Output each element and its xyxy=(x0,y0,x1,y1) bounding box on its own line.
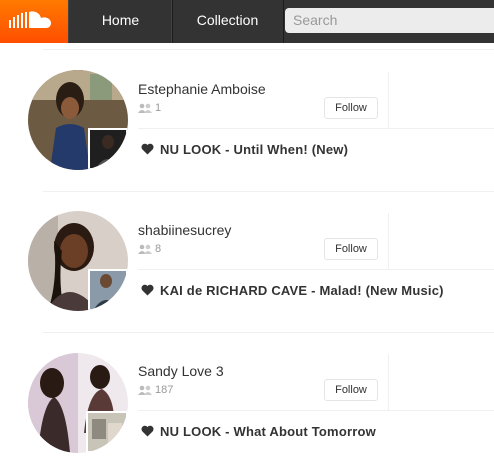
track-link[interactable]: KAI de RICHARD CAVE - Malad! (New Music) xyxy=(141,283,444,298)
heart-icon[interactable] xyxy=(141,143,154,155)
divider xyxy=(388,72,389,128)
track-link[interactable]: NU LOOK - What About Tomorrow xyxy=(141,424,376,439)
track-title[interactable]: NU LOOK - What About Tomorrow xyxy=(160,424,376,439)
heart-icon[interactable] xyxy=(141,425,154,437)
divider xyxy=(388,213,389,269)
search-input[interactable] xyxy=(285,8,494,33)
divider xyxy=(388,354,389,410)
divider xyxy=(138,128,494,129)
avatar[interactable] xyxy=(28,70,128,170)
follower-count-value: 187 xyxy=(155,384,174,396)
divider xyxy=(138,269,494,270)
user-name-link[interactable]: Estephanie Amboise xyxy=(138,81,266,97)
stream-item: Estephanie Amboise 1 Follow NU LOOK - Un… xyxy=(0,50,494,192)
track-link[interactable]: NU LOOK - Until When! (New) xyxy=(141,142,348,157)
avatar[interactable] xyxy=(28,211,128,311)
follower-count: 187 xyxy=(138,384,173,396)
follower-count-value: 8 xyxy=(155,243,162,255)
cloud-icon xyxy=(9,11,51,28)
track-title[interactable]: NU LOOK - Until When! (New) xyxy=(160,142,348,157)
user-name-link[interactable]: Sandy Love 3 xyxy=(138,363,224,379)
avatar[interactable] xyxy=(28,353,128,453)
heart-icon[interactable] xyxy=(141,284,154,296)
top-bar: Home Collection xyxy=(0,0,494,43)
track-title[interactable]: KAI de RICHARD CAVE - Malad! (New Music) xyxy=(160,283,444,298)
divider xyxy=(138,410,494,411)
nav-collection[interactable]: Collection xyxy=(171,0,284,43)
stream-item: Sandy Love 3 187 Follow NU LOOK - What A… xyxy=(0,333,494,475)
follower-count: 1 xyxy=(138,102,161,114)
users-icon xyxy=(138,385,152,396)
soundcloud-logo[interactable] xyxy=(0,0,68,43)
follow-button[interactable]: Follow xyxy=(324,238,378,260)
users-icon xyxy=(138,244,152,255)
follower-count: 8 xyxy=(138,243,161,255)
follower-count-value: 1 xyxy=(155,102,162,114)
user-name-link[interactable]: shabiinesucrey xyxy=(138,222,231,238)
follow-button[interactable]: Follow xyxy=(324,379,378,401)
users-icon xyxy=(138,103,152,114)
stream-item: shabiinesucrey 8 Follow KAI de RICHARD C… xyxy=(0,192,494,334)
follow-button[interactable]: Follow xyxy=(324,97,378,119)
nav-home[interactable]: Home xyxy=(68,0,173,43)
